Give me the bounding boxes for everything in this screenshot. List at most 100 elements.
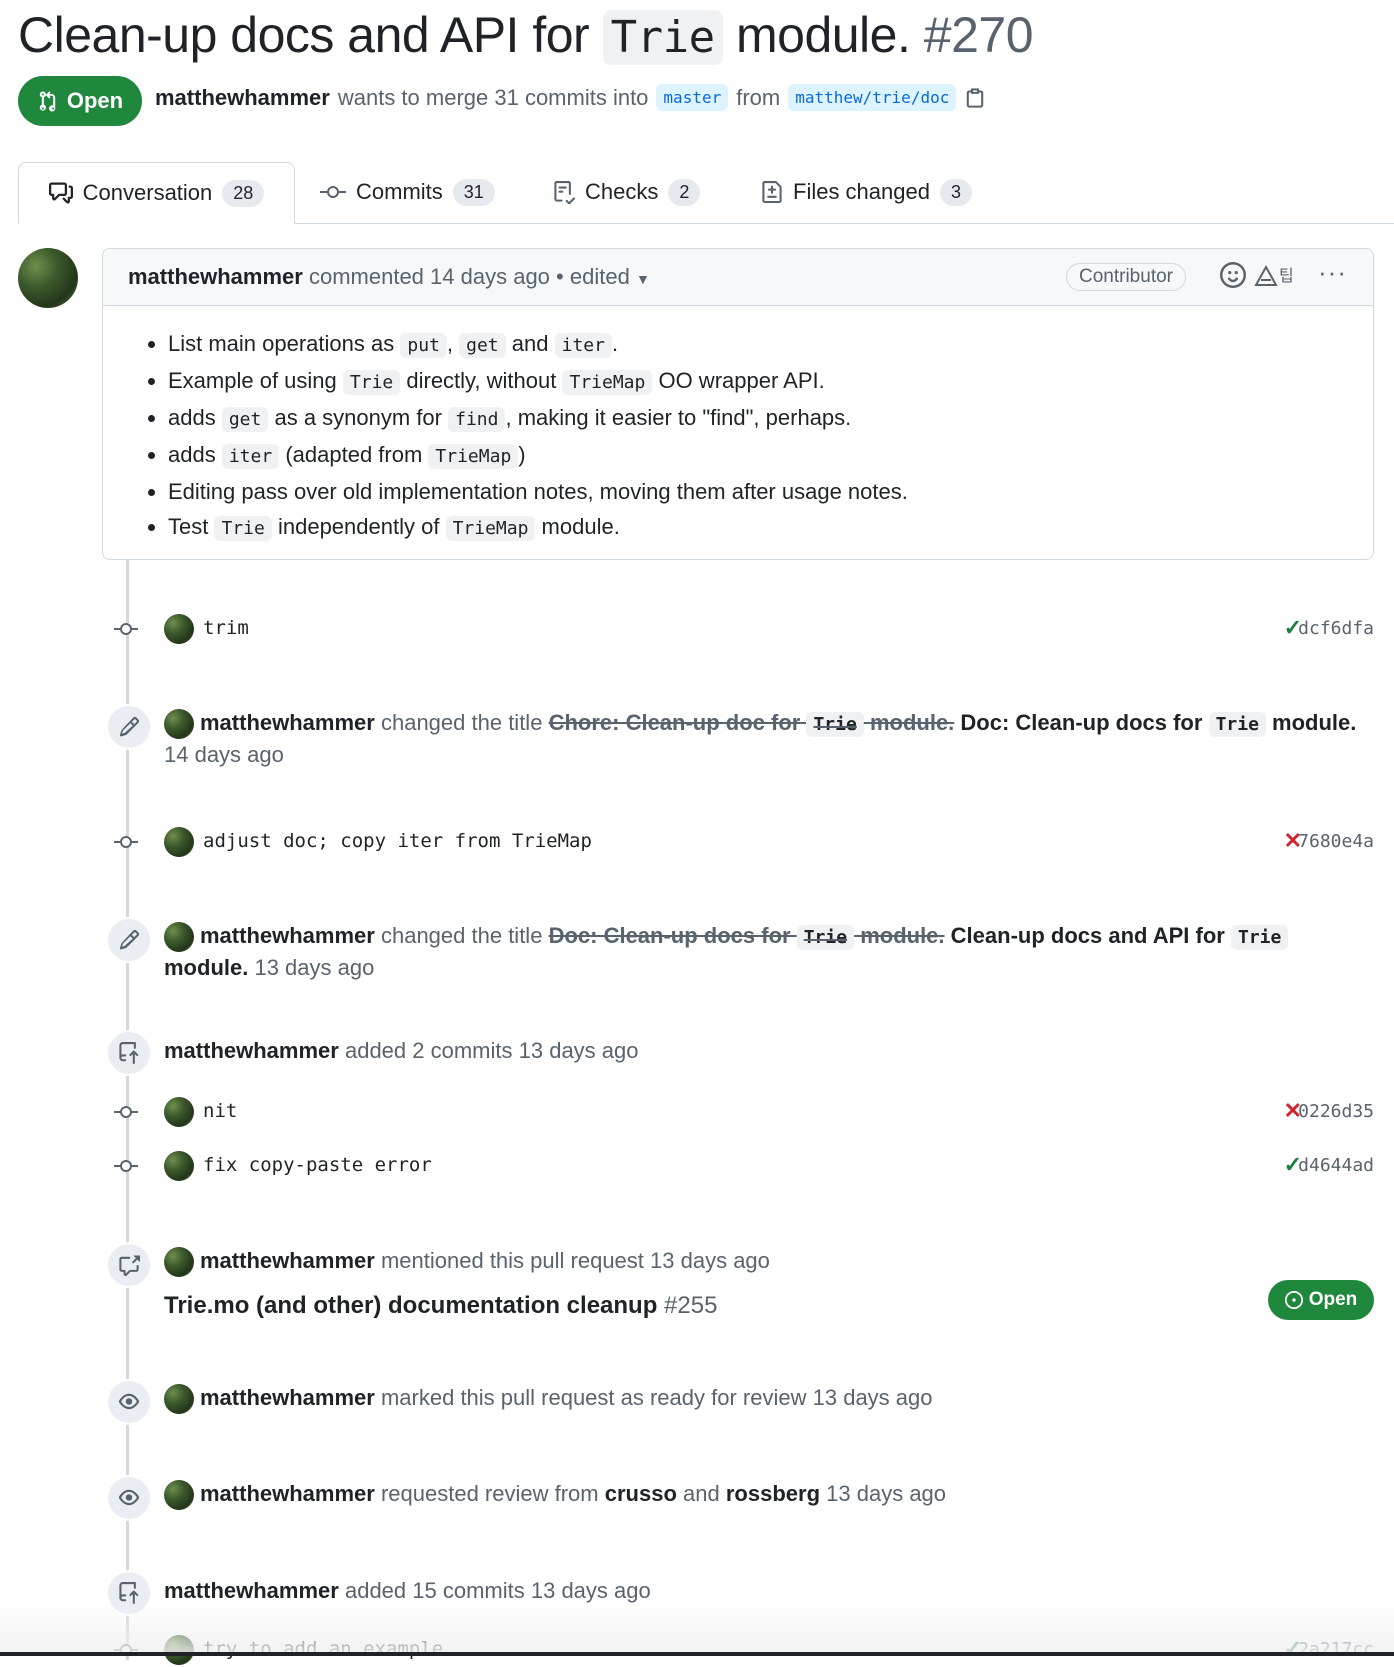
repo-push-icon bbox=[106, 1030, 152, 1076]
git-commit-icon bbox=[114, 619, 138, 639]
title-change-event: matthewhammer changed the title Chore: C… bbox=[102, 704, 1374, 774]
list-item: Test Trie independently of TrieMap modul… bbox=[168, 509, 1373, 546]
event-author-link[interactable]: matthewhammer bbox=[164, 1038, 339, 1063]
tab-checks[interactable]: Checks 2 bbox=[553, 162, 701, 222]
pr-description-comment: matthewhammer commented 14 days ago • ed… bbox=[102, 248, 1374, 560]
list-item: Editing pass over old implementation not… bbox=[168, 474, 1373, 509]
event-timestamp[interactable]: 13 days ago bbox=[813, 1385, 933, 1410]
commit-row: fix copy-paste error ✓ d4644ad bbox=[102, 1149, 1374, 1183]
commit-message[interactable]: trim bbox=[203, 617, 249, 639]
pr-title: Clean-up docs and API for Trie module. #… bbox=[18, 6, 1034, 65]
file-diff-icon bbox=[762, 181, 782, 203]
bottom-fade bbox=[0, 1600, 1394, 1656]
comment-header: matthewhammer commented 14 days ago • ed… bbox=[103, 249, 1373, 306]
avatar[interactable] bbox=[164, 1247, 194, 1278]
event-author-link[interactable]: matthewhammer bbox=[200, 1481, 375, 1506]
eye-icon bbox=[106, 1475, 152, 1521]
kebab-horizontal-icon[interactable]: ··· bbox=[1318, 257, 1347, 288]
event-timestamp[interactable]: 14 days ago bbox=[164, 742, 284, 767]
comment-byline: matthewhammer commented 14 days ago • ed… bbox=[128, 264, 650, 290]
event-text: matthewhammer changed the title Chore: C… bbox=[164, 709, 1357, 767]
event-timestamp[interactable]: 13 days ago bbox=[254, 955, 374, 980]
pr-author-link[interactable]: matthewhammer bbox=[155, 85, 330, 111]
event-timestamp[interactable]: 13 days ago bbox=[650, 1248, 770, 1273]
tab-conversation-count: 28 bbox=[222, 179, 265, 207]
svg-text:팁: 팁 bbox=[1279, 266, 1294, 285]
commit-sha[interactable]: d4644ad bbox=[1298, 1155, 1374, 1176]
issue-opened-icon bbox=[1284, 1291, 1303, 1309]
caret-down-icon[interactable]: ▼ bbox=[636, 271, 650, 287]
commit-message[interactable]: adjust doc; copy iter from TrieMap bbox=[203, 830, 592, 852]
event-text: matthewhammer changed the title Doc: Cle… bbox=[164, 921, 1289, 983]
contributor-badge: Contributor bbox=[1066, 263, 1186, 291]
commit-message[interactable]: fix copy-paste error bbox=[203, 1154, 432, 1176]
comment-body: List main operations as put, get and ite… bbox=[103, 306, 1373, 546]
avatar[interactable] bbox=[18, 248, 78, 308]
avatar[interactable] bbox=[164, 1151, 194, 1181]
review-requested-event: matthewhammer requested review from crus… bbox=[102, 1475, 1374, 1521]
event-author-link[interactable]: matthewhammer bbox=[200, 1248, 375, 1273]
base-branch[interactable]: master bbox=[656, 84, 729, 111]
git-pull-request-icon bbox=[39, 91, 56, 112]
comment-author-link[interactable]: matthewhammer bbox=[128, 264, 303, 289]
tab-commits[interactable]: Commits 31 bbox=[320, 162, 495, 222]
window-bottom-edge bbox=[0, 1652, 1394, 1656]
git-commit-icon bbox=[114, 1156, 138, 1176]
tab-conversation-label: Conversation bbox=[82, 180, 213, 205]
event-author-link[interactable]: matthewhammer bbox=[200, 1385, 375, 1410]
head-branch[interactable]: matthew/trie/doc bbox=[788, 84, 957, 111]
event-text: matthewhammer added 2 commits 13 days ag… bbox=[164, 1038, 639, 1063]
event-text: matthewhammer marked this pull request a… bbox=[164, 1383, 933, 1415]
comment-timestamp[interactable]: 14 days ago bbox=[430, 264, 550, 289]
translate-icon[interactable]: 팁 bbox=[1253, 263, 1297, 295]
git-commit-icon bbox=[114, 832, 138, 852]
tab-files-changed-count: 3 bbox=[939, 178, 972, 206]
pr-title-text-end: module. bbox=[735, 7, 911, 63]
avatar[interactable] bbox=[164, 1480, 194, 1511]
avatar[interactable] bbox=[164, 1097, 194, 1127]
git-commit-icon bbox=[114, 1102, 138, 1122]
tab-conversation[interactable]: Conversation 28 bbox=[18, 162, 295, 224]
event-text: matthewhammer mentioned this pull reques… bbox=[164, 1246, 770, 1278]
referenced-pr-state-badge: Open bbox=[1268, 1280, 1374, 1320]
avatar[interactable] bbox=[164, 1384, 194, 1415]
comment-discussion-icon bbox=[48, 182, 73, 204]
title-change-event: matthewhammer changed the title Doc: Cle… bbox=[102, 917, 1374, 987]
pr-state-label: Open bbox=[66, 88, 124, 113]
smiley-icon[interactable] bbox=[1220, 262, 1246, 294]
commit-row: trim ✓ dcf6dfa bbox=[102, 612, 1374, 646]
tab-checks-label: Checks bbox=[585, 179, 659, 204]
edited-dropdown[interactable]: • edited bbox=[556, 264, 630, 289]
reviewer-link[interactable]: crusso bbox=[605, 1481, 677, 1506]
event-timestamp[interactable]: 13 days ago bbox=[519, 1038, 639, 1063]
event-timestamp[interactable]: 13 days ago bbox=[826, 1481, 946, 1506]
event-author-link[interactable]: matthewhammer bbox=[200, 923, 375, 948]
tab-files-changed[interactable]: Files changed 3 bbox=[761, 162, 972, 222]
commit-sha[interactable]: 0226d35 bbox=[1298, 1101, 1374, 1122]
list-item: adds iter (adapted from TrieMap) bbox=[168, 437, 1373, 474]
copy-icon[interactable] bbox=[964, 86, 986, 110]
tab-files-changed-label: Files changed bbox=[793, 179, 930, 204]
pr-state-badge: Open bbox=[18, 76, 142, 126]
avatar[interactable] bbox=[164, 922, 194, 953]
pencil-icon bbox=[106, 917, 152, 963]
referenced-pr-link[interactable]: Trie.mo (and other) documentation cleanu… bbox=[164, 1292, 717, 1320]
pr-merge-text: wants to merge 31 commits into bbox=[337, 84, 649, 110]
commit-sha[interactable]: 7680e4a bbox=[1298, 831, 1374, 852]
list-item: Example of using Trie directly, without … bbox=[168, 363, 1373, 400]
commit-message[interactable]: nit bbox=[203, 1100, 237, 1122]
avatar[interactable] bbox=[164, 614, 194, 644]
reviewer-link[interactable]: rossberg bbox=[726, 1481, 820, 1506]
commit-sha[interactable]: dcf6dfa bbox=[1298, 618, 1374, 639]
tab-commits-label: Commits bbox=[356, 179, 443, 204]
avatar[interactable] bbox=[164, 709, 194, 740]
list-item: List main operations as put, get and ite… bbox=[168, 326, 1373, 363]
added-commits-event: matthewhammer added 2 commits 13 days ag… bbox=[102, 1030, 1374, 1076]
pr-title-text: Clean-up docs and API for bbox=[18, 7, 590, 63]
event-author-link[interactable]: matthewhammer bbox=[200, 710, 375, 735]
pr-number: #270 bbox=[923, 7, 1034, 63]
avatar[interactable] bbox=[164, 827, 194, 857]
tab-commits-count: 31 bbox=[452, 178, 495, 206]
pr-from-text: from bbox=[736, 84, 781, 110]
event-text: matthewhammer requested review from crus… bbox=[164, 1479, 946, 1511]
